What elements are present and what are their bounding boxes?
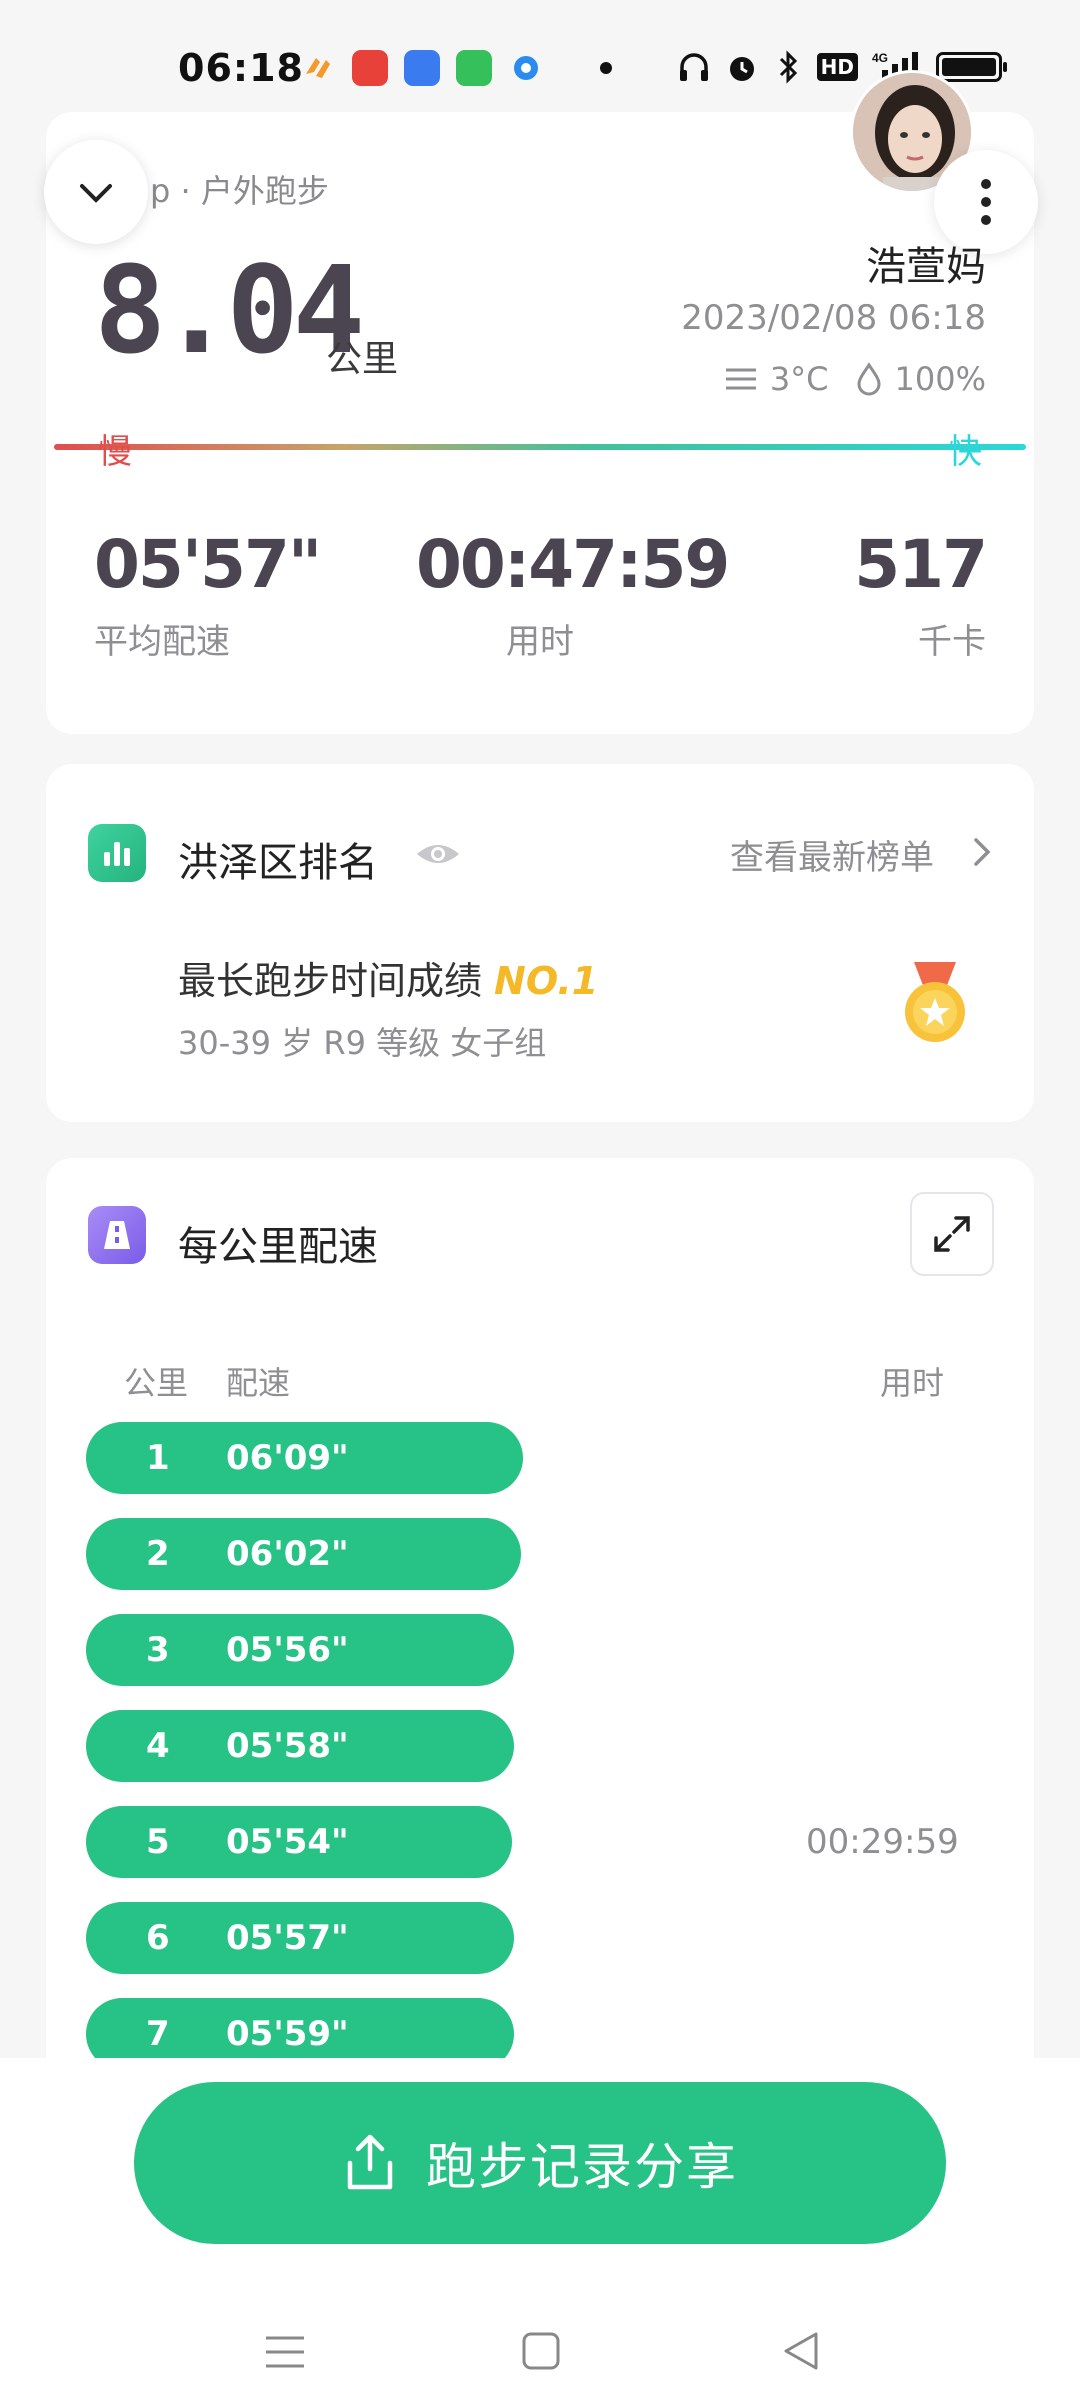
fast-label: 快	[948, 432, 982, 472]
activity-type: p · 户外跑步	[150, 172, 329, 210]
pace-split-row: 6 05'57"	[86, 1902, 514, 1974]
expand-button[interactable]	[910, 1192, 994, 1276]
rank-number: NO.1	[494, 959, 599, 1003]
calories-value: 517	[854, 526, 988, 603]
split-pace: 05'57"	[226, 1918, 349, 1958]
run-datetime: 2023/02/08 06:18	[681, 298, 986, 338]
split-km: 5	[146, 1822, 170, 1862]
hd-badge: HD	[816, 53, 858, 81]
col-header-pace: 配速	[226, 1364, 291, 1402]
system-icons: HD 4G	[677, 50, 1007, 84]
app-notification-icon-blue	[404, 50, 440, 86]
expand-icon	[934, 1216, 970, 1252]
duration-value: 00:47:59	[416, 526, 730, 603]
collapse-button[interactable]	[44, 140, 148, 244]
split-pace: 06'09"	[226, 1438, 349, 1478]
menu-nav-icon[interactable]	[262, 2332, 308, 2372]
share-icon	[347, 2134, 393, 2190]
split-km: 1	[146, 1438, 170, 1478]
more-notifications-dot	[600, 62, 612, 74]
ranking-group: 30-39 岁 R9 等级 女子组	[178, 1024, 547, 1062]
distance-value: 8.04	[94, 242, 365, 381]
headphones-icon	[679, 53, 708, 81]
weather-info: 3°C 100%	[724, 360, 986, 398]
col-header-time: 用时	[880, 1364, 945, 1402]
split-pace: 05'56"	[226, 1630, 349, 1670]
view-latest-ranking-link[interactable]: 查看最新榜单	[730, 830, 934, 879]
share-label: 跑步记录分享	[426, 2138, 738, 2196]
achievement-label: 最长跑步时间成绩	[178, 959, 483, 1003]
calories-label: 千卡	[918, 622, 986, 662]
ranking-chart-icon	[88, 824, 146, 882]
distance-unit: 公里	[326, 339, 399, 380]
temperature: 3°C	[769, 360, 829, 398]
chevron-down-icon	[80, 184, 112, 203]
humidity-icon	[857, 362, 881, 396]
ranking-achievement: 最长跑步时间成绩 NO.1	[178, 950, 598, 1005]
duration-label: 用时	[506, 622, 574, 662]
split-pace: 05'58"	[226, 1726, 349, 1766]
battery-icon	[936, 52, 1007, 82]
system-nav-bar	[0, 2290, 1080, 2400]
medal-icon	[905, 962, 965, 1042]
avg-pace-value: 05'57"	[94, 526, 322, 603]
app-notification-icon-green	[456, 50, 492, 86]
ranking-card	[46, 764, 1034, 1122]
split-km: 3	[146, 1630, 170, 1670]
user-name: 浩萱妈	[866, 244, 986, 290]
bluetooth-icon	[779, 50, 797, 84]
split-km: 2	[146, 1534, 170, 1574]
alarm-icon	[729, 57, 754, 81]
split-km: 6	[146, 1918, 170, 1958]
chevron-right-icon[interactable]	[970, 832, 994, 872]
pace-split-row: 2 06'02"	[86, 1518, 521, 1590]
share-run-button[interactable]: 跑步记录分享	[134, 2082, 946, 2244]
slow-label: 慢	[98, 432, 132, 472]
split-km: 4	[146, 1726, 170, 1766]
app-notification-icon-circle	[508, 50, 544, 86]
notification-icons	[300, 50, 612, 86]
home-nav-icon[interactable]	[520, 2330, 562, 2372]
split-pace: 05'54"	[226, 1822, 349, 1862]
fog-icon	[725, 368, 756, 390]
pace-split-row: 1 06'09"	[86, 1422, 523, 1494]
avg-pace-label: 平均配速	[94, 622, 230, 662]
pace-split-row: 4 05'58"	[86, 1710, 514, 1782]
status-time: 06:18	[178, 46, 304, 90]
pace-split-row: 5 05'54"	[86, 1806, 512, 1878]
col-header-km: 公里	[124, 1364, 189, 1402]
pace-title: 每公里配速	[178, 1224, 378, 1270]
back-nav-icon[interactable]	[780, 2328, 822, 2374]
app-notification-icon-orange	[300, 50, 336, 86]
split-pace: 06'02"	[226, 1534, 349, 1574]
ranking-title: 洪泽区排名	[178, 840, 378, 886]
split-time: 00:29:59	[806, 1822, 959, 1862]
pace-split-row: 3 05'56"	[86, 1614, 514, 1686]
humidity: 100%	[894, 360, 986, 398]
pace-gradient-bar	[54, 444, 1026, 450]
app-notification-icon-red	[352, 50, 388, 86]
svg-text:4G: 4G	[872, 51, 888, 65]
eye-icon[interactable]	[414, 836, 462, 872]
road-icon	[88, 1206, 146, 1264]
